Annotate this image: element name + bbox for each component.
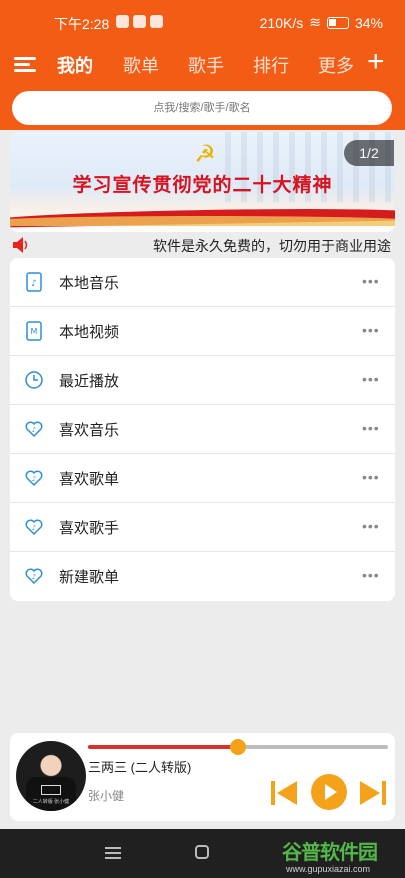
svg-text:♪: ♪ — [32, 573, 36, 581]
menu-item-new-playlist[interactable]: ♪ 新建歌单 ••• — [10, 552, 395, 601]
menu-item-label: 新建歌单 — [59, 569, 120, 586]
heart-music-icon: ♪ — [25, 519, 43, 536]
more-icon[interactable]: ••• — [362, 518, 380, 534]
battery-level: 34% — [354, 14, 383, 31]
menu-item-label: 喜欢音乐 — [59, 422, 120, 439]
status-time: 下午2:28 — [54, 16, 110, 32]
svg-text:M: M — [31, 327, 38, 336]
add-icon[interactable]: + — [367, 45, 385, 79]
status-notification-icons — [116, 15, 163, 28]
banner-slogan: 学习宣传贯彻党的二十大精神 — [72, 175, 333, 196]
app-notification-icon — [150, 15, 163, 28]
notice-marquee: 软件是永久免费的，切勿用于商业用途 — [0, 233, 405, 257]
menu-item-label: 喜欢歌单 — [59, 471, 120, 488]
menu-item-local-video[interactable]: M 本地视频 ••• — [10, 307, 395, 356]
clock-icon — [25, 371, 43, 389]
wifi-icon: ≋ — [309, 14, 321, 30]
network-speed: 210K/s — [259, 14, 304, 31]
album-caption: 二人转版 张小健 — [32, 799, 70, 805]
tab-mine[interactable]: 我的 — [57, 52, 93, 78]
menu-item-label: 喜欢歌手 — [59, 520, 120, 537]
banner-page-counter: 1/2 — [344, 140, 394, 166]
song-title: 三两三 (二人转版) — [88, 760, 192, 775]
tab-more[interactable]: 更多 — [318, 52, 354, 78]
status-bar: 下午2:28 210K/s ≋ 34% — [0, 0, 405, 44]
banner[interactable]: ☭ 学习宣传贯彻党的二十大精神 1/2 — [10, 132, 395, 232]
watermark-brand: 谷普软件园 — [282, 842, 378, 864]
battery-icon — [326, 16, 349, 29]
menu-item-liked-singers[interactable]: ♪ 喜欢歌手 ••• — [10, 503, 395, 552]
my-menu-list: ♪ 本地音乐 ••• M 本地视频 ••• 最近播放 ••• ♪ 喜欢音乐 ••… — [10, 258, 395, 601]
more-icon[interactable]: ••• — [362, 469, 380, 485]
menu-item-label: 本地视频 — [59, 324, 120, 341]
watermark-url: www.gupuxiazai.com — [286, 864, 371, 874]
svg-text:♪: ♪ — [32, 524, 36, 532]
menu-item-label: 最近播放 — [59, 373, 120, 390]
shield-icon — [116, 15, 129, 28]
local-video-icon: M — [26, 321, 42, 341]
more-icon[interactable]: ••• — [362, 420, 380, 436]
svg-text:♪: ♪ — [32, 426, 36, 434]
search-input[interactable]: 点我/搜索/歌手/歌名 — [12, 91, 392, 125]
progress-handle[interactable] — [230, 739, 246, 755]
watermark: 谷普软件园 www.gupuxiazai.com — [282, 832, 405, 878]
next-button[interactable] — [358, 777, 388, 809]
mini-player: 二人转版 张小健 三两三 (二人转版) 张小健 — [10, 733, 395, 821]
progress-fill — [88, 745, 238, 749]
menu-item-recent[interactable]: 最近播放 ••• — [10, 356, 395, 405]
svg-text:♪: ♪ — [32, 475, 36, 483]
more-icon[interactable]: ••• — [362, 322, 380, 338]
album-cover[interactable]: 二人转版 张小健 — [16, 741, 86, 811]
tab-singers[interactable]: 歌手 — [188, 52, 224, 78]
heart-music-icon: ♪ — [25, 470, 43, 487]
album-art-logo — [41, 785, 61, 795]
more-icon[interactable]: ••• — [362, 371, 380, 387]
progress-slider[interactable] — [88, 739, 388, 755]
app-notification-icon — [133, 15, 146, 28]
status-right: 210K/s ≋ 34% — [260, 14, 383, 31]
menu-item-label: 本地音乐 — [59, 275, 120, 292]
tab-charts[interactable]: 排行 — [253, 52, 289, 78]
recent-apps-button[interactable] — [105, 846, 121, 860]
home-button[interactable] — [195, 845, 209, 859]
tab-playlists[interactable]: 歌单 — [123, 52, 159, 78]
play-button[interactable] — [311, 774, 347, 810]
more-icon[interactable]: ••• — [362, 273, 380, 289]
heart-music-icon: ♪ — [25, 421, 43, 438]
menu-item-liked-music[interactable]: ♪ 喜欢音乐 ••• — [10, 405, 395, 454]
svg-text:♪: ♪ — [31, 279, 37, 289]
menu-item-local-music[interactable]: ♪ 本地音乐 ••• — [10, 258, 395, 307]
top-nav: 我的 歌单 歌手 排行 更多 + — [0, 44, 405, 84]
menu-icon[interactable] — [14, 54, 38, 74]
previous-button[interactable] — [269, 777, 299, 809]
speaker-icon — [13, 237, 28, 253]
local-music-icon: ♪ — [26, 272, 42, 292]
menu-item-liked-playlists[interactable]: ♪ 喜欢歌单 ••• — [10, 454, 395, 503]
more-icon[interactable]: ••• — [362, 567, 380, 583]
heart-music-icon: ♪ — [25, 568, 43, 585]
banner-ribbon — [10, 216, 395, 226]
party-emblem-icon: ☭ — [194, 141, 216, 168]
artist-name: 张小健 — [88, 789, 125, 803]
search-area: 点我/搜索/歌手/歌名 — [0, 84, 405, 130]
notice-text: 软件是永久免费的，切勿用于商业用途 — [153, 238, 391, 254]
